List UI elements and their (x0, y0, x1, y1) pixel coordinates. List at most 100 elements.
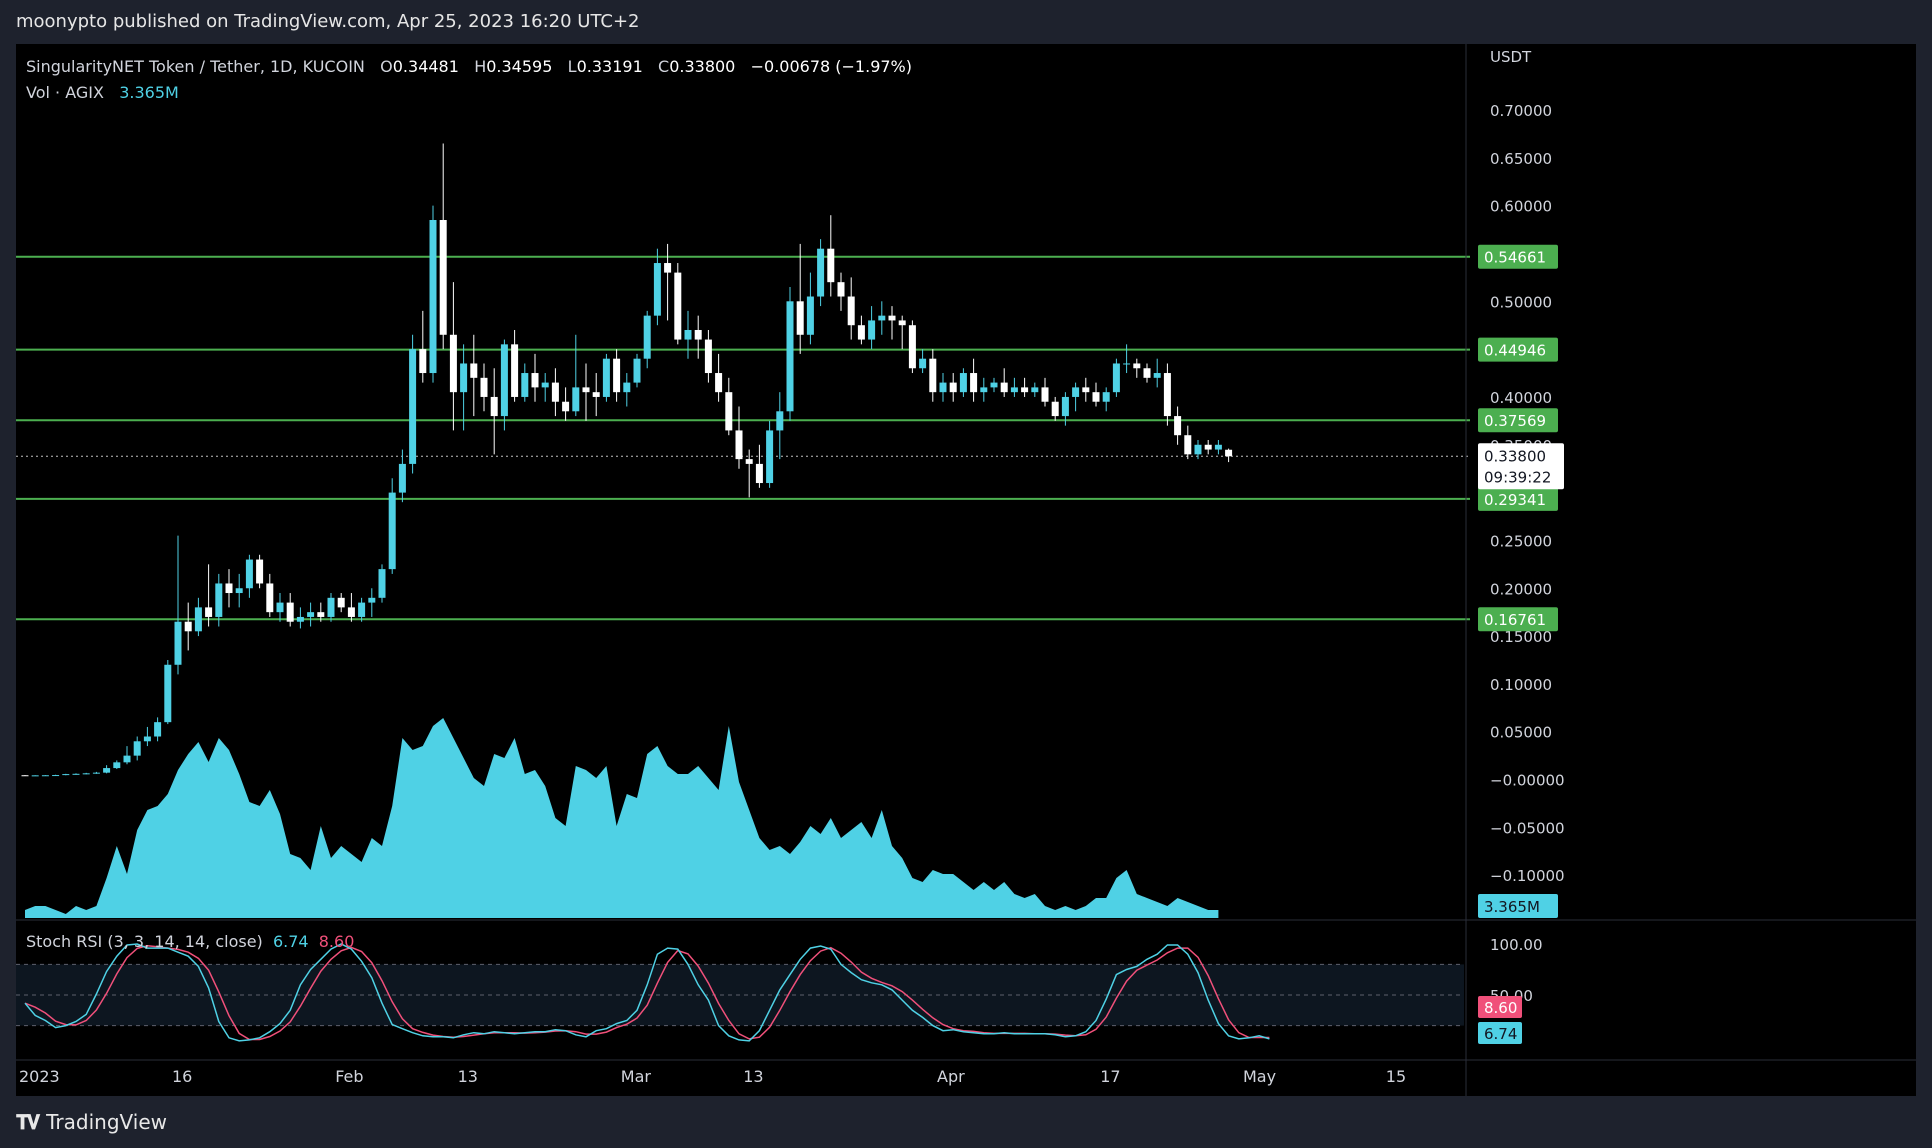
candle-body (847, 296, 855, 326)
candle-body (1082, 387, 1090, 393)
legend-open-value: 0.34481 (392, 57, 459, 76)
candle-body (184, 621, 192, 632)
candle-body (256, 559, 264, 584)
legend-price-row: SingularityNET Token / Tether, 1D, KUCOI… (26, 54, 912, 80)
price-axis-tick: 0.40000 (1490, 389, 1552, 407)
candle-body (154, 722, 162, 737)
candle-body (1225, 449, 1233, 457)
candle-body (1021, 387, 1029, 393)
candle-body (225, 583, 233, 594)
candle-body (92, 772, 100, 774)
legend-volume-value: 3.365M (119, 83, 179, 102)
price-axis-tick: 0.65000 (1490, 150, 1552, 168)
candle-body (602, 358, 610, 397)
candle-body (653, 263, 661, 316)
candle-body (82, 773, 90, 775)
candle-body (674, 272, 682, 340)
candle-body (368, 597, 376, 603)
candle-body (1153, 373, 1161, 378)
candle-body (276, 602, 284, 613)
candle-body (919, 358, 927, 369)
candle-body (786, 301, 794, 412)
candle-body (908, 325, 916, 369)
legend-high-label: H (474, 57, 487, 76)
candle-body (990, 382, 998, 388)
time-axis-label: 2023 (19, 1067, 60, 1086)
price-axis-tick: −0.10000 (1490, 867, 1565, 885)
candle-body (1204, 444, 1212, 450)
candle-body (1072, 387, 1080, 397)
candle-body (1061, 396, 1069, 417)
candle-body (52, 775, 60, 777)
chart-panel[interactable]: USDT0.700000.650000.600000.550000.500000… (16, 44, 1916, 1096)
price-axis-tick: 0.25000 (1490, 532, 1552, 550)
time-axis-label: 16 (172, 1067, 192, 1086)
candle-body (592, 392, 600, 397)
candle-body (1184, 435, 1192, 455)
candle-body (480, 377, 488, 397)
candle-body (694, 329, 702, 340)
candle-body (817, 248, 825, 297)
time-axis-label: 13 (458, 1067, 478, 1086)
candle-body (776, 411, 784, 431)
price-axis-tick: 0.20000 (1490, 580, 1552, 598)
publisher-text: moonypto published on TradingView.com, A… (16, 11, 640, 32)
time-axis-label: 17 (1100, 1067, 1120, 1086)
candle-body (500, 344, 508, 417)
chart-legend: SingularityNET Token / Tether, 1D, KUCOI… (26, 54, 912, 106)
level-badge-label: 0.16761 (1484, 611, 1546, 629)
candle-body (959, 373, 967, 393)
candle-body (806, 296, 814, 335)
candle-body (439, 219, 447, 335)
volume-badge-label: 3.365M (1484, 898, 1540, 916)
candle-body (1163, 373, 1171, 417)
candle-body (123, 755, 131, 763)
stoch-k-badge-label: 6.74 (1484, 1025, 1517, 1043)
level-badge-label: 0.29341 (1484, 491, 1546, 509)
price-axis-tick: 0.70000 (1490, 102, 1552, 120)
candle-body (1133, 363, 1141, 369)
tradingview-logo[interactable]: 𝐓𝐕 TradingView (16, 1110, 167, 1134)
candle-body (1123, 363, 1131, 365)
candle-body (337, 597, 345, 608)
level-badge-label: 0.54661 (1484, 249, 1546, 267)
candle-body (1051, 401, 1059, 417)
candle-body (245, 559, 253, 589)
candle-body (898, 320, 906, 326)
stoch-d-badge-label: 8.60 (1484, 999, 1517, 1017)
candle-body (562, 401, 570, 412)
candle-body (888, 315, 896, 321)
price-axis-tick: 0.50000 (1490, 293, 1552, 311)
volume-area (25, 718, 1219, 918)
time-axis-label: 13 (743, 1067, 763, 1086)
candle-body (623, 382, 631, 393)
candle-body (796, 301, 804, 335)
stoch-tick: 100.00 (1490, 936, 1543, 954)
candle-body (41, 775, 49, 777)
legend-open-label: O (380, 57, 393, 76)
legend-symbol: SingularityNET Token / Tether, 1D, KUCOI… (26, 57, 365, 76)
candle-body (878, 315, 886, 321)
candle-body (531, 373, 539, 388)
current-price-label: 0.33800 (1484, 447, 1546, 465)
candle-body (980, 387, 988, 393)
legend-high-value: 0.34595 (486, 57, 553, 76)
candle-body (664, 263, 672, 273)
footer: 𝐓𝐕 TradingView (0, 1096, 1932, 1148)
candle-body (62, 774, 70, 776)
candle-body (409, 349, 417, 464)
legend-low-label: L (567, 57, 577, 76)
candle-body (296, 616, 304, 622)
candle-body (235, 588, 243, 594)
time-axis-label: Feb (335, 1067, 363, 1086)
candle-body (704, 339, 712, 374)
tradingview-brand: TradingView (46, 1110, 167, 1134)
candle-body (613, 358, 621, 393)
price-axis-tick: 0.60000 (1490, 198, 1552, 216)
stoch-d-value: 8.60 (318, 932, 355, 951)
candle-body (766, 430, 774, 484)
candle-body (470, 363, 478, 378)
stoch-legend-title: Stoch RSI (3, 3, 14, 14, close) (26, 932, 263, 951)
candle-body (307, 612, 315, 617)
price-axis-tick: 0.05000 (1490, 724, 1552, 742)
